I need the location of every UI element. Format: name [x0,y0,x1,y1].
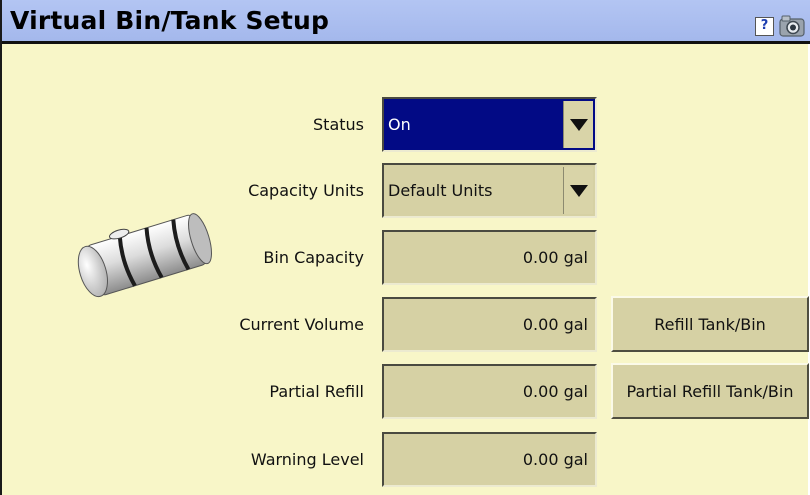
current-volume-field[interactable]: 0.00 gal [382,297,597,352]
status-dropdown-toggle[interactable] [563,101,593,148]
capacity-units-dropdown-toggle[interactable] [563,167,593,214]
help-icon[interactable]: ? [755,17,774,36]
title-bar: Virtual Bin/Tank Setup ? [2,0,810,44]
capacity-units-dropdown[interactable]: Default Units [382,163,597,218]
warning-level-value: 0.00 gal [522,450,588,469]
bin-capacity-field[interactable]: 0.00 gal [382,230,597,285]
partial-refill-field[interactable]: 0.00 gal [382,364,597,419]
partial-refill-button[interactable]: Partial Refill Tank/Bin [611,363,809,419]
warning-level-label: Warning Level [250,450,364,469]
chevron-down-icon [570,119,588,131]
bin-capacity-label: Bin Capacity [263,248,364,267]
warning-level-field[interactable]: 0.00 gal [382,432,597,487]
status-label: Status [313,115,364,134]
camera-icon[interactable] [778,14,806,38]
page-title: Virtual Bin/Tank Setup [10,6,330,35]
setup-panel: Virtual Bin/Tank Setup ? Status On Capac… [0,0,810,495]
refill-tank-button[interactable]: Refill Tank/Bin [611,296,809,352]
partial-refill-label: Partial Refill [269,382,364,401]
capacity-units-value: Default Units [388,181,493,200]
status-value: On [388,115,411,134]
chevron-down-icon [570,185,588,197]
status-dropdown[interactable]: On [382,97,597,152]
capacity-units-label: Capacity Units [248,181,364,200]
current-volume-value: 0.00 gal [522,315,588,334]
bin-capacity-value: 0.00 gal [522,248,588,267]
partial-refill-value: 0.00 gal [522,382,588,401]
current-volume-label: Current Volume [239,315,364,334]
